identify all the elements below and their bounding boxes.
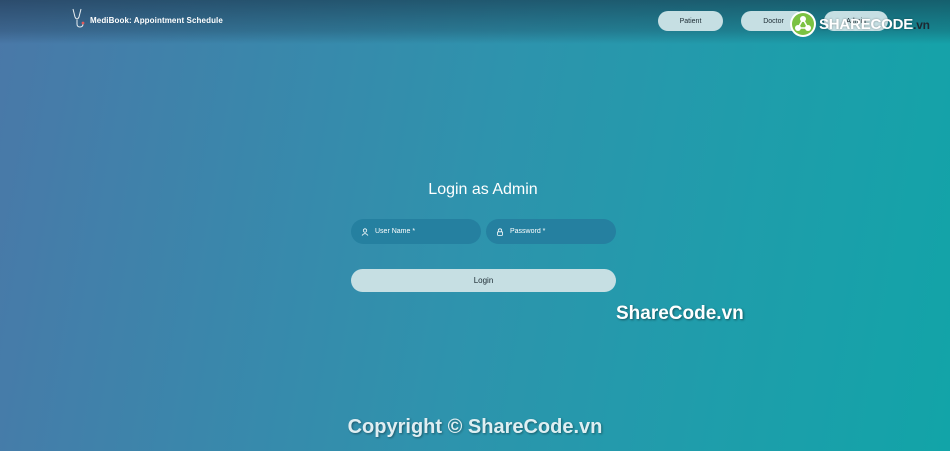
user-icon bbox=[361, 227, 369, 236]
username-input[interactable] bbox=[375, 228, 475, 235]
sharecode-logo-icon bbox=[790, 11, 816, 37]
lock-icon bbox=[497, 227, 503, 236]
password-input[interactable] bbox=[510, 228, 610, 235]
top-navbar: MediBook: Appointment Schedule Patient D… bbox=[0, 0, 950, 44]
patient-nav-button[interactable]: Patient bbox=[658, 11, 723, 31]
username-field[interactable] bbox=[351, 219, 481, 244]
sharecode-logo: SHARECODE.vn bbox=[789, 10, 930, 38]
page-title: Login as Admin bbox=[428, 181, 538, 198]
login-button[interactable]: Login bbox=[351, 269, 616, 292]
copyright-watermark: Copyright © ShareCode.vn bbox=[347, 416, 603, 438]
watermark-text: ShareCode.vn bbox=[616, 303, 744, 324]
password-field[interactable] bbox=[486, 219, 616, 244]
sharecode-logo-text: SHARECODE.vn bbox=[819, 15, 930, 33]
